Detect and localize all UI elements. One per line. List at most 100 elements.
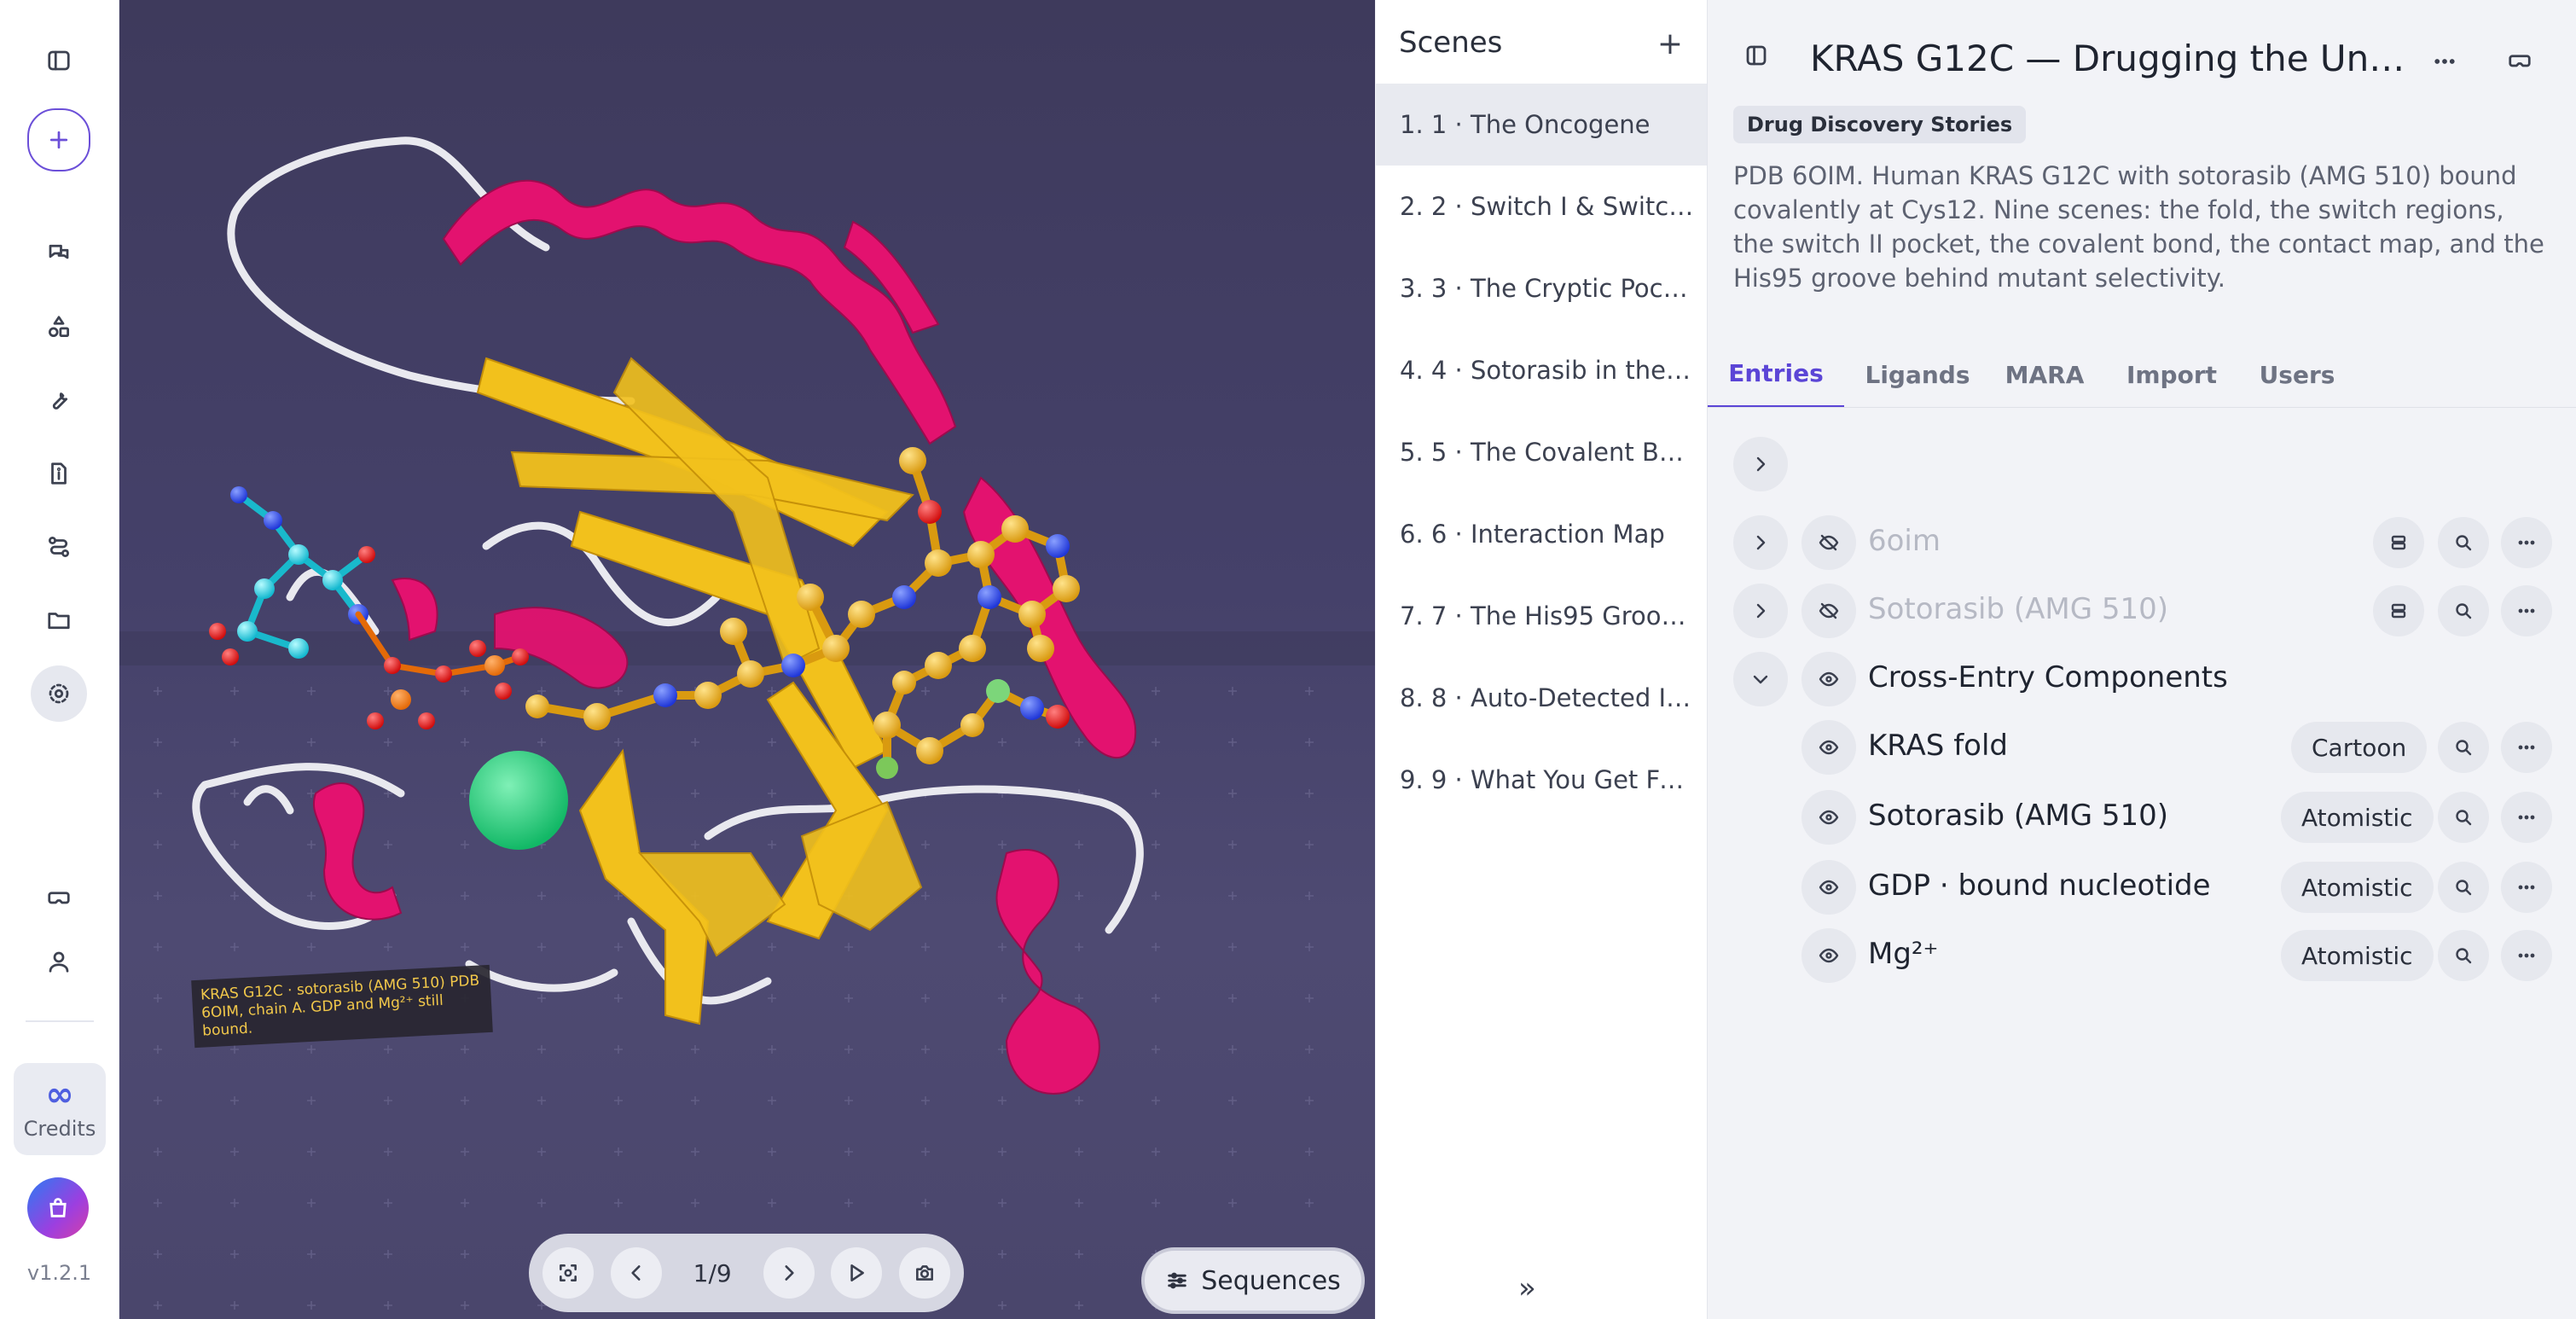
eye-off-icon [1819, 534, 1839, 551]
sidebar-toggle-icon[interactable] [31, 32, 87, 89]
eye-icon [1819, 671, 1839, 687]
scene-item[interactable]: 7. 7 · The His95 Groove... [1376, 575, 1707, 657]
collapse-scenes-button[interactable]: » [1518, 1271, 1536, 1305]
shop-button[interactable] [27, 1177, 89, 1239]
more-options-button[interactable] [2501, 792, 2552, 843]
zoom-to-button[interactable] [2438, 722, 2489, 773]
visibility-toggle[interactable] [1801, 790, 1856, 845]
visibility-toggle[interactable] [1801, 515, 1856, 570]
scene-item-label: 1. 1 · The Oncogene [1400, 110, 1651, 139]
zoom-to-button[interactable] [2438, 517, 2489, 568]
left-rail: ∞ Credits v1.2.1 [0, 0, 119, 1319]
user-icon[interactable] [31, 933, 87, 990]
scene-item[interactable]: 6. 6 · Interaction Map [1376, 493, 1707, 575]
representation-pill[interactable]: Atomistic [2281, 862, 2434, 913]
visibility-toggle[interactable] [1801, 860, 1856, 915]
tools-icon[interactable] [31, 372, 87, 428]
more-options-icon[interactable] [2426, 43, 2463, 80]
infinity-icon: ∞ [45, 1075, 74, 1114]
vr-headset-icon[interactable] [31, 870, 87, 927]
expand-all-button[interactable] [1733, 437, 1788, 491]
eye-icon [1819, 948, 1839, 963]
component-label: Mg²⁺ [1868, 937, 1939, 971]
rail-divider [26, 1020, 94, 1022]
zoom-to-button[interactable] [2438, 862, 2489, 913]
scene-item[interactable]: 8. 8 · Auto-Detected In... [1376, 657, 1707, 739]
visibility-toggle[interactable] [1801, 652, 1856, 706]
app-version: v1.2.1 [26, 1261, 92, 1285]
chevron-right-icon [1756, 535, 1766, 550]
tab-import[interactable]: Import [2112, 341, 2231, 408]
component-label: GDP · bound nucleotide [1868, 869, 2211, 903]
category-tag[interactable]: Drug Discovery Stories [1733, 106, 2027, 143]
representation-pill[interactable]: Atomistic [2281, 792, 2434, 843]
vr-mode-icon[interactable] [2501, 43, 2538, 80]
layers-button[interactable] [2373, 517, 2424, 568]
document-description: PDB 6OIM. Human KRAS G12C with sotorasib… [1733, 161, 2544, 293]
visibility-toggle[interactable] [1801, 584, 1856, 638]
more-icon [2518, 885, 2535, 890]
scenes-panel: Scenes + 1. 1 · The Oncogene 2. 2 · Swit… [1376, 0, 1708, 1319]
entry-label: Sotorasib (AMG 510) [1868, 592, 2169, 626]
document-icon[interactable] [31, 445, 87, 502]
scene-item[interactable]: 1. 1 · The Oncogene [1376, 84, 1707, 166]
representation-pill[interactable]: Cartoon [2291, 722, 2428, 773]
more-options-button[interactable] [2501, 585, 2552, 636]
layers-button[interactable] [2373, 585, 2424, 636]
magnesium-ion [469, 751, 568, 850]
tab-entries[interactable]: Entries [1708, 341, 1844, 408]
more-icon [2518, 540, 2535, 545]
scene-item-label: 6. 6 · Interaction Map [1400, 520, 1665, 549]
chat-icon[interactable] [31, 225, 87, 282]
add-scene-button[interactable]: + [1651, 24, 1690, 63]
chevron-right-icon [1756, 456, 1766, 472]
panel-toggle-icon[interactable] [1743, 43, 1781, 80]
molecule-viewer-icon[interactable] [31, 665, 87, 722]
molecule-viewport[interactable]: KRAS G12C · sotorasib (AMG 510) PDB 6OIM… [119, 0, 1375, 1319]
previous-scene-button[interactable] [610, 1247, 662, 1299]
focus-icon[interactable] [542, 1247, 594, 1299]
scenes-title: Scenes [1399, 26, 1503, 60]
more-options-button[interactable] [2501, 930, 2552, 981]
more-options-button[interactable] [2501, 722, 2552, 773]
expand-entry-button[interactable] [1733, 515, 1788, 570]
visibility-toggle[interactable] [1801, 928, 1856, 983]
scene-item[interactable]: 9. 9 · What You Get Fo... [1376, 739, 1707, 821]
play-button[interactable] [831, 1247, 883, 1299]
tab-users[interactable]: Users [2242, 341, 2353, 408]
visibility-toggle[interactable] [1801, 720, 1856, 775]
entry-label: 6oim [1868, 524, 1941, 558]
chevron-down-icon [1753, 675, 1768, 684]
folder-icon[interactable] [31, 592, 87, 648]
scene-item[interactable]: 3. 3 · The Cryptic Pock... [1376, 247, 1707, 329]
expand-entry-button[interactable] [1733, 584, 1788, 638]
next-scene-button[interactable] [763, 1247, 815, 1299]
zoom-to-button[interactable] [2438, 792, 2489, 843]
zoom-to-button[interactable] [2438, 930, 2489, 981]
scene-item[interactable]: 2. 2 · Switch I & Switch II [1376, 166, 1707, 247]
scene-item[interactable]: 5. 5 · The Covalent Bo... [1376, 411, 1707, 493]
group-label: Cross-Entry Components [1868, 660, 2228, 694]
new-project-button[interactable] [27, 108, 90, 171]
collapse-group-button[interactable] [1733, 652, 1788, 706]
more-options-button[interactable] [2501, 517, 2552, 568]
tab-ligands[interactable]: Ligands [1858, 341, 1977, 408]
more-icon [2518, 815, 2535, 820]
shapes-icon[interactable] [31, 299, 87, 355]
scene-navigation-bar: 1/9 [529, 1234, 964, 1312]
sequences-button[interactable]: Sequences [1141, 1247, 1365, 1314]
scene-item[interactable]: 4. 4 · Sotorasib in the P... [1376, 329, 1707, 411]
scene-item-label: 5. 5 · The Covalent Bo... [1400, 438, 1694, 467]
scene-item-label: 2. 2 · Switch I & Switch II [1400, 192, 1694, 221]
credits-button[interactable]: ∞ Credits [14, 1063, 106, 1155]
workflow-icon[interactable] [31, 519, 87, 575]
scene-item-label: 3. 3 · The Cryptic Pock... [1400, 274, 1694, 303]
component-label: KRAS fold [1868, 729, 2008, 763]
more-options-button[interactable] [2501, 862, 2552, 913]
camera-icon[interactable] [898, 1247, 950, 1299]
tab-mara[interactable]: MARA [1989, 341, 2100, 408]
search-icon [2456, 880, 2472, 896]
representation-pill[interactable]: Atomistic [2281, 930, 2434, 981]
zoom-to-button[interactable] [2438, 585, 2489, 636]
shopping-bag-icon [49, 1198, 67, 1217]
